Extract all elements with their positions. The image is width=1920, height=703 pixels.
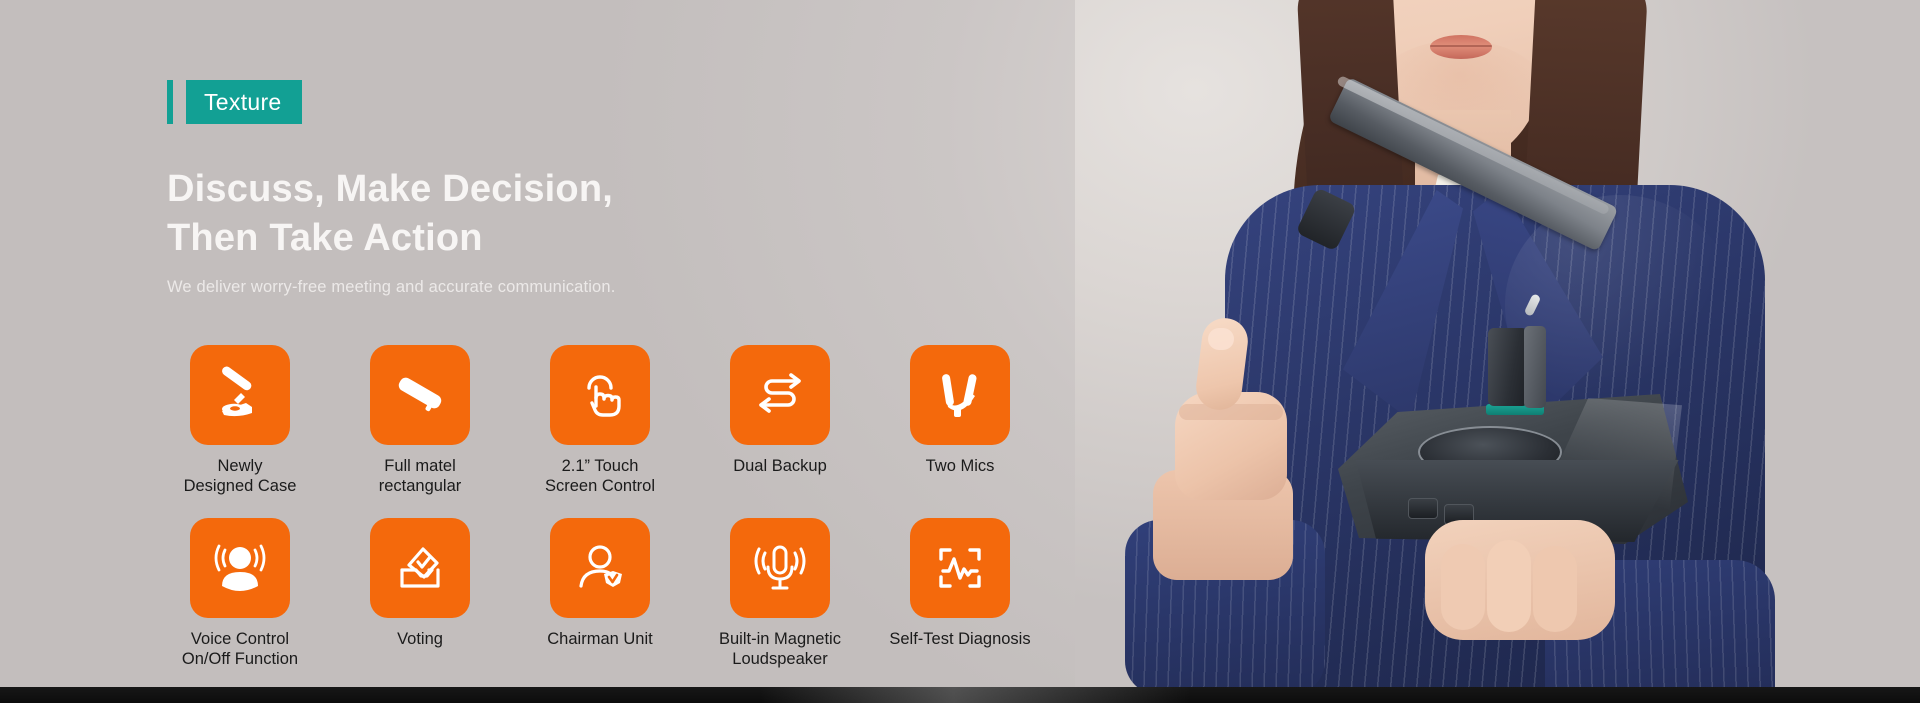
feature-item-full-metal-rectangular[interactable]: Full matel rectangular	[330, 345, 510, 496]
feature-tile	[910, 345, 1010, 445]
two-microphones-icon	[932, 367, 988, 423]
subtitle: We deliver worry-free meeting and accura…	[167, 278, 616, 296]
feature-label: Voting	[397, 630, 443, 648]
feature-tile	[550, 345, 650, 445]
feature-tile	[190, 345, 290, 445]
feature-row-1: Newly Designed Case Full matel rectangul…	[150, 345, 1050, 496]
voice-control-person-icon	[211, 539, 269, 597]
ballot-box-icon	[392, 540, 448, 596]
badge-box: Texture	[186, 80, 302, 124]
device-mic-indicator	[1523, 293, 1542, 317]
feature-item-dual-backup[interactable]: Dual Backup	[690, 345, 870, 496]
feature-tile	[370, 345, 470, 445]
feature-label: Dual Backup	[733, 457, 827, 475]
feature-grid: Newly Designed Case Full matel rectangul…	[150, 345, 1050, 669]
page-title: Discuss, Make Decision, Then Take Action	[167, 165, 927, 263]
feature-label: 2.1” Touch Screen Control	[544, 457, 656, 495]
feature-item-magnetic-loudspeaker[interactable]: Built-in Magnetic Loudspeaker	[690, 518, 870, 669]
model-finger-3	[1533, 546, 1577, 632]
model-thumbnail	[1208, 328, 1234, 350]
feature-label: Two Mics	[925, 457, 995, 475]
feature-tile	[730, 518, 830, 618]
product-banner: Texture Discuss, Make Decision, Then Tak…	[0, 0, 1920, 703]
feature-label: Self-Test Diagnosis	[889, 630, 1031, 648]
feature-item-newly-designed-case[interactable]: Newly Designed Case	[150, 345, 330, 496]
feature-tile	[730, 345, 830, 445]
feature-tile	[370, 518, 470, 618]
feature-label: Voice Control On/Off Function	[181, 630, 299, 668]
feature-tile	[190, 518, 290, 618]
feature-label: Full matel rectangular	[378, 457, 462, 495]
rectangular-bar-icon	[391, 366, 449, 424]
feature-item-touch-screen-control[interactable]: 2.1” Touch Screen Control	[510, 345, 690, 496]
model-lip-line	[1430, 45, 1492, 47]
bottom-strip-sheen	[760, 687, 1190, 703]
hero-photo	[1075, 0, 1920, 703]
bottom-strip	[0, 687, 1920, 703]
feature-item-chairman-unit[interactable]: Chairman Unit	[510, 518, 690, 669]
touch-gesture-icon	[572, 367, 628, 423]
device-button-left[interactable]	[1408, 498, 1438, 519]
feature-item-voice-control[interactable]: Voice Control On/Off Function	[150, 518, 330, 669]
feature-tile	[910, 518, 1010, 618]
conference-microphone-unit	[1290, 74, 1910, 544]
chairman-person-badge-icon	[572, 540, 628, 596]
feature-label: Newly Designed Case	[183, 457, 297, 495]
feature-tile	[550, 518, 650, 618]
microphone-waves-icon	[752, 540, 808, 596]
badge-label: Texture	[204, 88, 282, 115]
dual-arrows-icon	[752, 367, 808, 423]
model-finger-1	[1441, 544, 1485, 630]
headline-line-2: Then Take Action	[167, 217, 483, 259]
banner-left-content: Texture Discuss, Make Decision, Then Tak…	[0, 0, 1120, 703]
device-mic-mount-side	[1524, 326, 1546, 408]
feature-label: Built-in Magnetic Loudspeaker	[719, 630, 841, 668]
feature-item-voting[interactable]: Voting	[330, 518, 510, 669]
badge-accent-bar	[167, 80, 173, 124]
feature-item-self-test-diagnosis[interactable]: Self-Test Diagnosis	[870, 518, 1050, 669]
feature-item-two-mics[interactable]: Two Mics	[870, 345, 1050, 496]
feature-row-2: Voice Control On/Off Function Voting Cha…	[150, 518, 1050, 669]
feature-label: Chairman Unit	[547, 630, 653, 648]
model-finger-2	[1487, 540, 1531, 632]
gooseneck-microphone-icon	[211, 366, 269, 424]
headline-line-1: Discuss, Make Decision,	[167, 168, 614, 210]
model-lips	[1430, 35, 1492, 59]
device-mic-mount	[1488, 328, 1528, 406]
scan-waveform-icon	[932, 540, 988, 596]
texture-badge: Texture	[167, 80, 302, 124]
